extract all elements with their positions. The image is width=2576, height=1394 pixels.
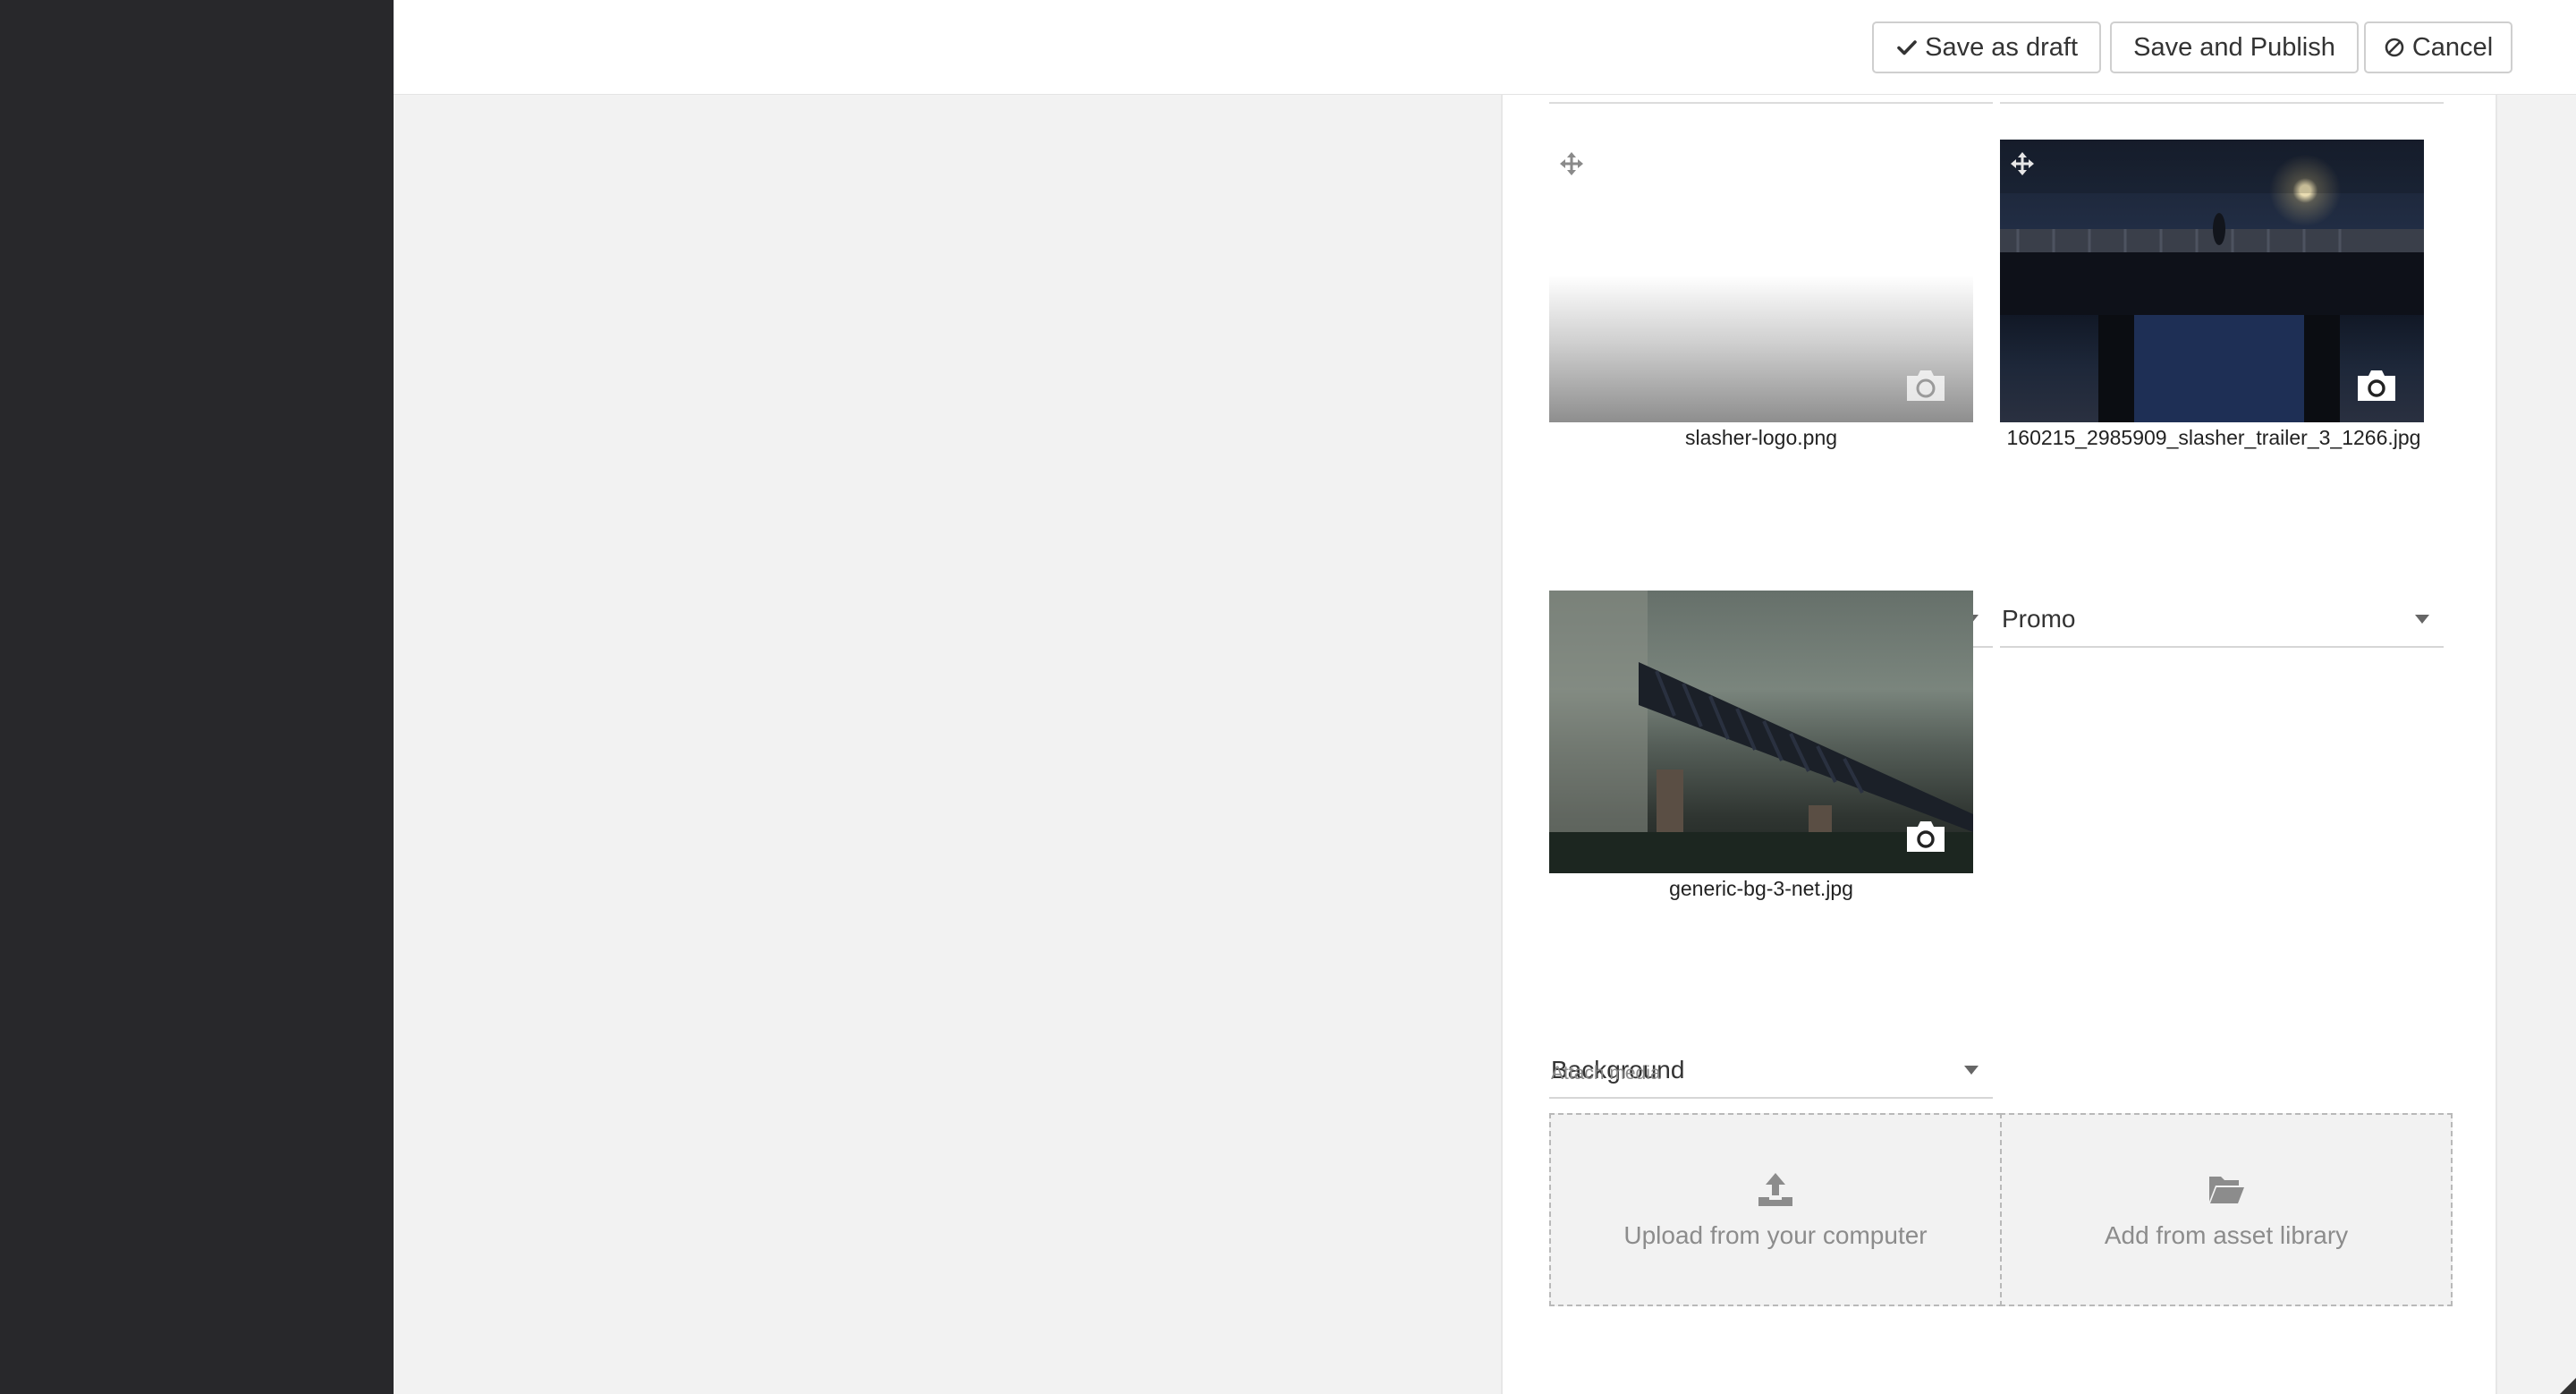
media-thumbnail-background[interactable] — [1549, 591, 1973, 873]
attach-media-label: Attach media — [1551, 1063, 1661, 1084]
camera-icon[interactable] — [2354, 367, 2399, 404]
cancel-button[interactable]: Cancel — [2364, 21, 2512, 73]
field-underline — [2000, 102, 2444, 104]
move-icon[interactable] — [2009, 150, 2036, 177]
check-icon — [1895, 36, 1918, 59]
add-from-library-dropzone[interactable]: Add from asset library — [2000, 1113, 2453, 1306]
save-and-publish-button[interactable]: Save and Publish — [2110, 21, 2359, 73]
app-page: Save as draft Save and Publish Cancel sl… — [0, 0, 2576, 1394]
media-filename: slasher-logo.png — [1684, 426, 1838, 449]
save-as-draft-button[interactable]: Save as draft — [1872, 21, 2101, 73]
caret-down-icon — [1964, 1066, 1979, 1075]
camera-icon[interactable] — [1903, 367, 1948, 404]
caret-down-icon — [2415, 615, 2429, 624]
upload-icon — [1758, 1173, 1792, 1206]
move-icon[interactable] — [1558, 150, 1585, 177]
camera-icon[interactable] — [1903, 818, 1948, 855]
library-label: Add from asset library — [2104, 1221, 2349, 1249]
media-panel: slasher-logo.png 160215_2985909_slasher_… — [1501, 95, 2497, 1394]
ban-icon — [2384, 36, 2405, 59]
media-thumbnail-logo[interactable] — [1549, 140, 1973, 422]
upload-label: Upload from your computer — [1623, 1221, 1928, 1249]
left-sidebar — [0, 0, 394, 1394]
media-type-select-promo[interactable]: Promo — [2000, 592, 2444, 648]
field-underline — [1549, 102, 1993, 104]
select-value: Promo — [2002, 605, 2076, 633]
upload-from-computer-dropzone[interactable]: Upload from your computer — [1549, 1113, 2002, 1306]
top-toolbar: Save as draft Save and Publish Cancel — [394, 0, 2576, 95]
window-corner — [2560, 1378, 2576, 1394]
save-as-draft-label: Save as draft — [1925, 32, 2078, 62]
folder-open-icon — [2209, 1177, 2244, 1203]
media-filename: 160215_2985909_slasher_trailer_3_1266.jp… — [2006, 426, 2421, 449]
save-and-publish-label: Save and Publish — [2133, 32, 2335, 62]
media-filename: generic-bg-3-net.jpg — [1669, 877, 1853, 900]
cancel-label: Cancel — [2411, 32, 2494, 62]
media-thumbnail-promo[interactable] — [2000, 140, 2424, 422]
